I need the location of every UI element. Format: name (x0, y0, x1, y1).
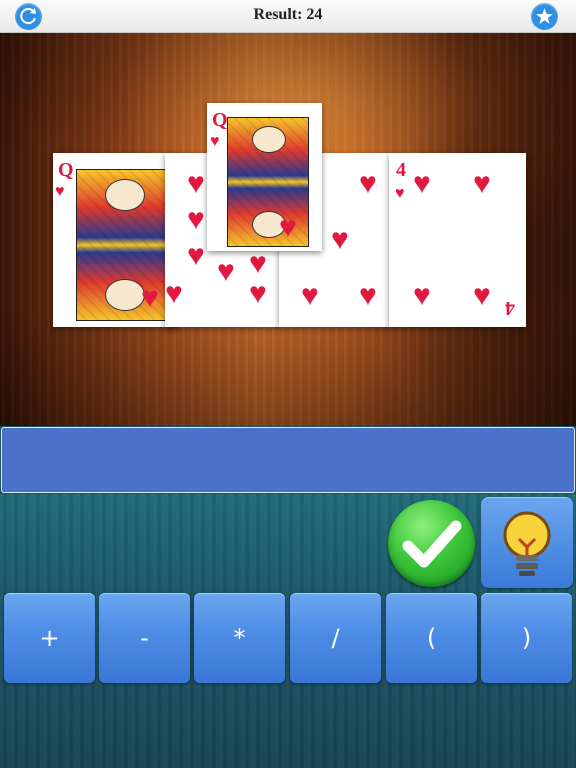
heart-icon: ♥ (187, 167, 205, 200)
heart-icon: ♥ (141, 281, 159, 314)
star-button[interactable] (531, 3, 558, 30)
operator-divide-button[interactable]: / (290, 593, 381, 683)
heart-icon: ♥ (279, 211, 297, 244)
operator-plus-button[interactable]: + (4, 593, 95, 683)
operator-minus-button[interactable]: - (99, 593, 190, 683)
heart-icon: ♥ (301, 279, 319, 312)
heart-icon: ♥ (187, 239, 205, 272)
playing-card[interactable]: Q ♥ ♥ ♥ (207, 103, 322, 251)
heart-icon: ♥ (413, 279, 431, 312)
expression-input[interactable] (1, 427, 575, 493)
card-rank: 4 (505, 297, 515, 319)
heart-icon: ♥ (413, 167, 431, 200)
checkmark-icon (402, 520, 462, 568)
heart-icon: ♥ (249, 247, 267, 280)
heart-icon: ♥ (249, 277, 267, 310)
lightbulb-icon (503, 511, 551, 576)
operator-close-paren-button[interactable]: ) (481, 593, 572, 683)
submit-button[interactable] (388, 500, 475, 587)
playing-card[interactable]: Q ♥ ♥ ♥ (53, 153, 178, 327)
heart-icon: ♥ (359, 167, 377, 200)
star-icon (536, 8, 553, 24)
heart-icon: ♥ (395, 185, 405, 202)
heart-icon: ♥ (187, 203, 205, 236)
heart-icon: ♥ (473, 167, 491, 200)
operator-multiply-button[interactable]: * (194, 593, 285, 683)
hint-button[interactable] (481, 497, 573, 588)
heart-icon: ♥ (331, 223, 349, 256)
heart-icon: ♥ (55, 183, 65, 200)
result-title: Result: 24 (253, 6, 323, 23)
operator-open-paren-button[interactable]: ( (386, 593, 477, 683)
heart-icon: ♥ (210, 133, 220, 150)
heart-icon: ♥ (473, 279, 491, 312)
heart-icon: ♥ (165, 277, 183, 310)
playing-card[interactable]: 4 ♥ ♥ ♥ ♥ ♥ 4 (389, 153, 526, 327)
heart-icon: ♥ (217, 255, 235, 288)
heart-icon: ♥ (359, 279, 377, 312)
top-bar: Result: 24 (0, 0, 576, 33)
card-rank: 4 (396, 159, 406, 181)
